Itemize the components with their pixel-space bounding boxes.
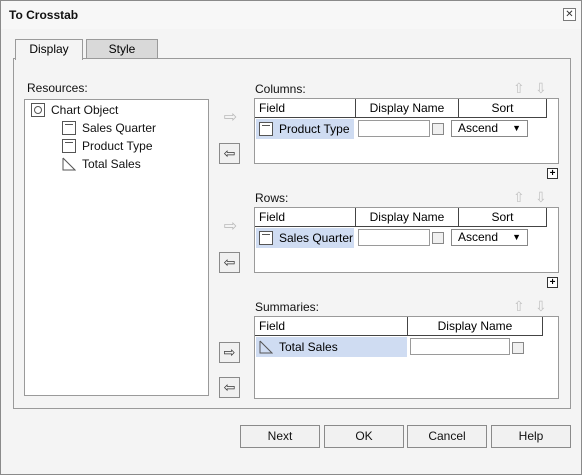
add-to-columns-icon[interactable]: ⇨ [220, 108, 241, 129]
summary-field-icon [62, 157, 76, 171]
close-icon[interactable]: ✕ [563, 8, 576, 21]
move-up-icon[interactable]: ⇧ [513, 189, 525, 206]
tree-item-sales-quarter[interactable]: Sales Quarter [62, 121, 156, 135]
to-crosstab-dialog: To Crosstab ✕ Display Style Resources: C… [0, 0, 582, 475]
ok-button[interactable]: OK [324, 425, 404, 448]
tree-item-label: Product Type [82, 139, 153, 153]
rows-sort-select[interactable]: Ascend ▼ [451, 229, 528, 246]
tree-item-label: Sales Quarter [82, 121, 157, 135]
columns-label: Columns: [255, 82, 306, 96]
remove-from-summaries-button[interactable]: ⇦ [219, 377, 240, 398]
rows-label: Rows: [255, 191, 289, 205]
rows-header-sort: Sort [459, 208, 547, 227]
help-button[interactable]: Help [491, 425, 571, 448]
remove-from-columns-button[interactable]: ⇦ [219, 143, 240, 164]
move-down-icon[interactable]: ⇩ [535, 298, 547, 315]
columns-display-name-input[interactable] [358, 120, 430, 137]
title-bar: To Crosstab ✕ [1, 1, 581, 29]
add-to-summaries-button[interactable]: ⇨ [219, 342, 240, 363]
resources-label: Resources: [27, 81, 88, 95]
dialog-title: To Crosstab [9, 8, 79, 22]
group-field-icon [259, 231, 273, 245]
columns-sort-select[interactable]: Ascend ▼ [451, 120, 528, 137]
chart-object-icon [31, 103, 45, 117]
tab-style[interactable]: Style [86, 39, 158, 59]
cancel-button[interactable]: Cancel [407, 425, 487, 448]
field-label: Total Sales [279, 340, 338, 354]
columns-header-display-name: Display Name [356, 99, 459, 118]
tree-item-label: Total Sales [82, 157, 141, 171]
columns-header-sort: Sort [459, 99, 547, 118]
tree-item-product-type[interactable]: Product Type [62, 139, 153, 153]
remove-from-rows-button[interactable]: ⇦ [219, 252, 240, 273]
summaries-header-display-name: Display Name [408, 317, 543, 336]
sort-value: Ascend [458, 230, 499, 244]
move-down-icon[interactable]: ⇩ [535, 189, 547, 206]
chevron-down-icon: ▼ [512, 232, 521, 242]
move-up-icon[interactable]: ⇧ [513, 80, 525, 97]
add-to-rows-icon[interactable]: ⇨ [220, 217, 241, 238]
columns-field-product-type[interactable]: Product Type [256, 119, 354, 139]
columns-header-field: Field [255, 99, 356, 118]
rows-display-name-input[interactable] [358, 229, 430, 246]
summary-field-icon [259, 340, 273, 354]
rows-field-sales-quarter[interactable]: Sales Quarter [256, 228, 354, 248]
summaries-field-total-sales[interactable]: Total Sales [256, 337, 407, 357]
group-field-icon [62, 139, 76, 153]
tree-item-chart-object[interactable]: Chart Object [31, 103, 118, 117]
sort-value: Ascend [458, 121, 499, 135]
rows-checkbox[interactable] [432, 232, 444, 244]
summaries-display-name-input[interactable] [410, 338, 510, 355]
move-down-icon[interactable]: ⇩ [535, 80, 547, 97]
next-button[interactable]: Next [240, 425, 320, 448]
add-columns-plus-icon[interactable]: + [547, 168, 558, 179]
tree-item-label: Chart Object [51, 103, 119, 117]
columns-checkbox[interactable] [432, 123, 444, 135]
tab-display[interactable]: Display [15, 39, 83, 60]
chevron-down-icon: ▼ [512, 123, 521, 133]
rows-header-display-name: Display Name [356, 208, 459, 227]
summaries-checkbox[interactable] [512, 342, 524, 354]
summaries-header-field: Field [255, 317, 408, 336]
group-field-icon [259, 122, 273, 136]
group-field-icon [62, 121, 76, 135]
field-label: Sales Quarter [279, 231, 354, 245]
tree-item-total-sales[interactable]: Total Sales [62, 157, 141, 171]
summaries-label: Summaries: [255, 300, 320, 314]
move-up-icon[interactable]: ⇧ [513, 298, 525, 315]
rows-header-field: Field [255, 208, 356, 227]
add-rows-plus-icon[interactable]: + [547, 277, 558, 288]
field-label: Product Type [279, 122, 350, 136]
